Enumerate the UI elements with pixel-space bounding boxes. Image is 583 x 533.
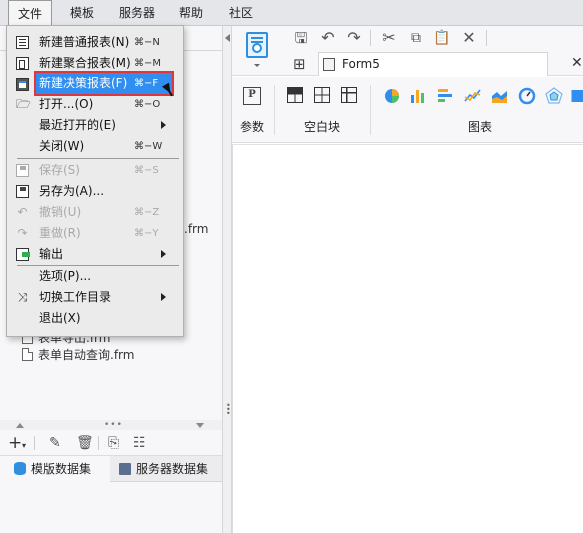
- editor-tab-row: ⊞ Form5 ✕: [285, 52, 583, 76]
- gauge-chart-icon[interactable]: [518, 87, 536, 105]
- menu-item-recent[interactable]: 最近打开的(E): [7, 115, 183, 136]
- form-icon: [323, 58, 335, 71]
- new-template-button[interactable]: [244, 30, 270, 70]
- form-canvas[interactable]: [232, 144, 583, 533]
- tab-label: Form5: [342, 57, 380, 71]
- cut-icon[interactable]: ✂: [378, 28, 400, 48]
- block-layout-1-icon[interactable]: [287, 87, 303, 103]
- save-as-icon: [16, 185, 29, 198]
- file-tree-item[interactable]: 表单自动查询.frm: [22, 346, 134, 364]
- chevron-down-icon[interactable]: ▾: [22, 437, 26, 455]
- drag-handle-icon[interactable]: •••: [226, 402, 231, 418]
- radar-chart-icon[interactable]: [545, 87, 563, 105]
- redo-icon[interactable]: ↷: [343, 28, 365, 48]
- menu-item-new-aggregate-report[interactable]: 新建聚合报表(M) ⌘−M: [7, 53, 183, 74]
- menu-item-options[interactable]: 选项(P)...: [7, 266, 183, 287]
- menu-bar: 文件 模板 服务器 帮助 社区: [0, 0, 583, 26]
- save-toolbar-icon[interactable]: 🖫: [290, 28, 312, 48]
- menu-separator: [17, 158, 179, 159]
- menu-item-export[interactable]: 输出: [7, 244, 183, 265]
- file-menu-dropdown: 新建普通报表(N) ⌘−N 新建聚合报表(M) ⌘−M 新建决策报表(F) ⌘−…: [6, 25, 184, 337]
- menu-item-exit[interactable]: 退出(X): [7, 308, 183, 329]
- menu-item-new-normal-report[interactable]: 新建普通报表(N) ⌘−N: [7, 32, 183, 53]
- file-icon: [22, 348, 33, 361]
- area-chart-icon[interactable]: [491, 87, 509, 105]
- save-icon: [16, 164, 29, 177]
- menu-item-open[interactable]: 🗁 打开...(O) ⌘−O: [7, 94, 183, 115]
- parameter-panel-icon[interactable]: P: [243, 87, 261, 105]
- menu-item-redo[interactable]: ↷ 重做(R) ⌘−Y: [7, 223, 183, 244]
- database-icon: [14, 462, 26, 475]
- toolbar-separator: [98, 436, 99, 450]
- horizontal-bar-chart-icon[interactable]: [436, 87, 454, 105]
- menu-item-undo[interactable]: ↶ 撤销(U) ⌘−Z: [7, 202, 183, 223]
- export-icon: [16, 248, 30, 261]
- tab-template-datasets[interactable]: 模版数据集: [0, 456, 110, 482]
- submenu-arrow-icon: [161, 121, 166, 129]
- decision-report-icon: [16, 77, 29, 91]
- dataset-content-area: [0, 508, 222, 533]
- dataset-toolbar: + ▾ ✎ 🗑 ⎘ ☷: [0, 430, 222, 456]
- toolbar-separator: [34, 436, 35, 450]
- menu-help[interactable]: 帮助: [170, 0, 212, 26]
- block-layout-2-icon[interactable]: [314, 87, 330, 103]
- section-label-blank-block: 空白块: [304, 120, 341, 134]
- tab-server-datasets[interactable]: 服务器数据集: [110, 456, 222, 482]
- more-charts-icon[interactable]: [568, 87, 583, 105]
- menu-item-switch-workdir[interactable]: ⤨ 切换工作目录: [7, 287, 183, 308]
- section-separator: [370, 85, 371, 135]
- block-layout-3-icon[interactable]: [341, 87, 357, 103]
- search-lens-icon: [252, 43, 262, 53]
- close-icon[interactable]: ✕: [571, 55, 583, 71]
- section-label-chart: 图表: [468, 120, 493, 134]
- data-source-icon[interactable]: ☷: [133, 434, 146, 452]
- bar-chart-icon[interactable]: [409, 87, 427, 105]
- copy-icon[interactable]: ⧉: [405, 28, 427, 48]
- collapse-left-icon[interactable]: [225, 34, 230, 42]
- undo-icon: ↶: [17, 205, 28, 219]
- server-icon: [119, 463, 131, 475]
- menu-template[interactable]: 模板: [61, 0, 103, 26]
- menu-server[interactable]: 服务器: [110, 0, 164, 26]
- menu-item-save[interactable]: 保存(S) ⌘−S: [7, 160, 183, 181]
- tab-form5[interactable]: Form5 ✕: [318, 52, 583, 76]
- dataset-tabs: 模版数据集 服务器数据集: [0, 456, 222, 482]
- file-tree-item-label: 表单自动查询.frm: [38, 348, 135, 362]
- clear-icon[interactable]: ✕: [458, 28, 480, 48]
- menu-item-close[interactable]: 关闭(W) ⌘−W: [7, 136, 183, 157]
- menu-item-new-decision-report[interactable]: 新建决策报表(F) ⌘−F: [34, 71, 174, 96]
- chevron-down-icon[interactable]: [254, 64, 260, 67]
- edit-icon[interactable]: ✎: [49, 434, 61, 452]
- menu-file[interactable]: 文件: [8, 0, 53, 26]
- layout-grid-icon[interactable]: ⊞: [293, 55, 306, 73]
- add-dataset-icon[interactable]: +: [8, 434, 22, 452]
- preview-icon[interactable]: ⎘: [108, 434, 119, 452]
- section-label-param: 参数: [240, 120, 265, 134]
- drag-handle-icon[interactable]: •••: [104, 420, 123, 430]
- vertical-splitter[interactable]: • • •: [222, 26, 232, 533]
- toolbar-separator: [486, 30, 487, 46]
- delete-icon[interactable]: 🗑: [76, 434, 94, 452]
- shuffle-icon: ⤨: [17, 290, 28, 304]
- section-separator: [274, 85, 275, 135]
- file-tree-partial-item[interactable]: .frm: [184, 222, 208, 236]
- undo-icon[interactable]: ↶: [317, 28, 339, 48]
- redo-icon: ↷: [17, 226, 28, 240]
- collapse-up-icon[interactable]: [16, 423, 24, 428]
- tab-label: 模版数据集: [31, 462, 92, 476]
- paste-icon[interactable]: 📋: [431, 28, 453, 48]
- aggregate-report-icon: [16, 57, 29, 70]
- line-chart-icon[interactable]: [464, 87, 482, 105]
- pie-chart-icon[interactable]: [383, 87, 401, 105]
- panel-split-bar[interactable]: •••: [0, 420, 222, 430]
- menu-community[interactable]: 社区: [220, 0, 262, 26]
- submenu-arrow-icon: [161, 250, 166, 258]
- tab-label: 服务器数据集: [136, 462, 209, 476]
- menu-item-save-as[interactable]: 另存为(A)...: [7, 181, 183, 202]
- collapse-down-icon[interactable]: [196, 423, 204, 428]
- toolbar-separator: [370, 30, 371, 46]
- grid-report-icon: [16, 36, 29, 49]
- submenu-arrow-icon: [161, 293, 166, 301]
- folder-open-icon: 🗁: [16, 97, 31, 111]
